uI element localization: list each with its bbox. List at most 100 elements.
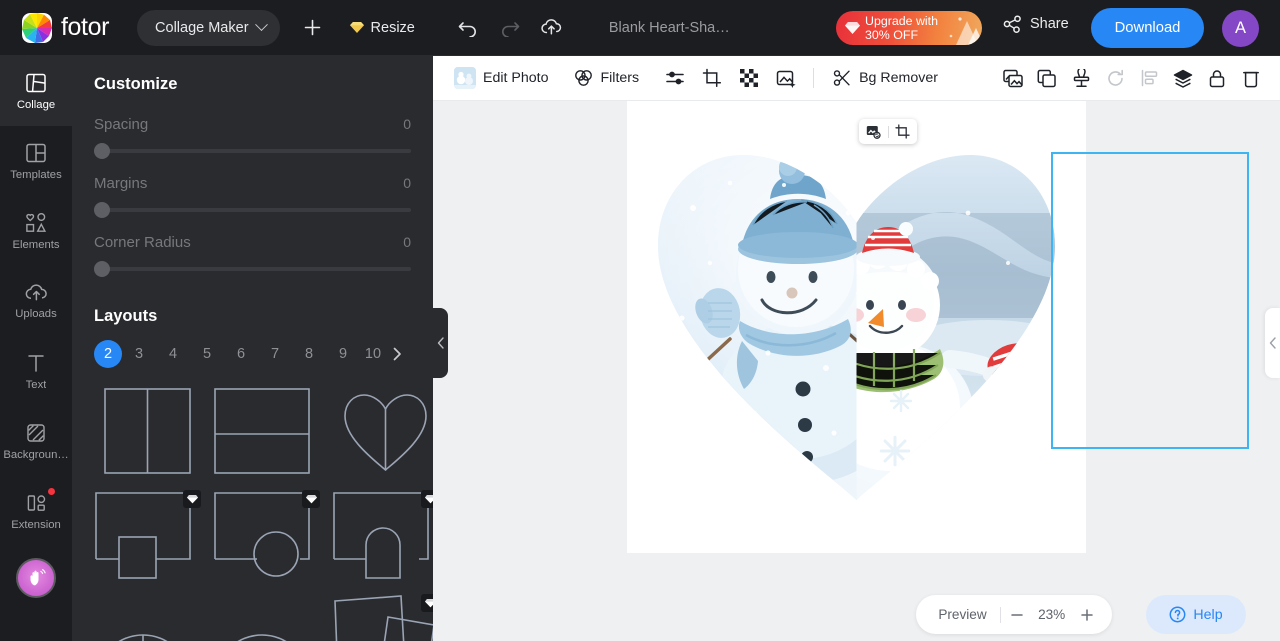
preview-button[interactable]: Preview: [925, 607, 999, 622]
left-rail: Collage Templates Elements Uploads Text …: [0, 56, 72, 641]
layout-two-rows[interactable]: [213, 386, 320, 476]
layout-heart-split[interactable]: [332, 386, 433, 476]
editor-toolbar: Edit Photo Filters Bg Remover: [433, 56, 1280, 101]
extension-blocks-icon: [27, 494, 45, 511]
layout-count-3[interactable]: 3: [122, 340, 156, 368]
sidebar-item-uploads[interactable]: Uploads: [0, 266, 72, 336]
sidebar-item-label: Templates: [10, 168, 62, 181]
sidebar-item-background[interactable]: Backgroun…: [0, 406, 72, 476]
bg-remover-button[interactable]: Bg Remover: [824, 62, 947, 94]
sidebar-item-elements[interactable]: Elements: [0, 196, 72, 266]
canvas-sheet[interactable]: [627, 101, 1249, 553]
hand-tool-button[interactable]: [16, 558, 56, 598]
layout-count-7[interactable]: 7: [258, 340, 292, 368]
sidebar-item-label: Backgroun…: [3, 448, 69, 461]
save-to-cloud-button[interactable]: [535, 11, 569, 45]
divider: [887, 125, 889, 138]
edit-photo-label: Edit Photo: [483, 70, 549, 86]
replace-image-button[interactable]: [996, 62, 1030, 94]
mode-label: Collage Maker: [155, 19, 249, 36]
document-title[interactable]: Blank Heart-Sha…: [609, 20, 730, 36]
sidebar-item-extension[interactable]: Extension: [0, 476, 72, 546]
zoom-out-button[interactable]: [1001, 599, 1033, 631]
layout-tilted-cards[interactable]: [332, 594, 433, 641]
layout-count-next-button[interactable]: [386, 340, 408, 368]
adjust-button[interactable]: [658, 62, 692, 94]
canvas-stage[interactable]: Preview 23% Help: [433, 101, 1280, 641]
background-hatch-icon: [27, 423, 45, 442]
layout-count-4[interactable]: 4: [156, 340, 190, 368]
layout-count-2[interactable]: 2: [94, 340, 122, 368]
slider-corner-radius[interactable]: Corner Radius 0: [94, 234, 411, 277]
checkerboard-texture-icon: [740, 69, 759, 87]
delete-button[interactable]: [1234, 62, 1268, 94]
help-button[interactable]: Help: [1146, 595, 1246, 634]
text-t-icon: [28, 354, 44, 372]
duplicate-button[interactable]: [1030, 62, 1064, 94]
crop-icon: [702, 68, 722, 88]
layers-button[interactable]: [1166, 62, 1200, 94]
undo-button[interactable]: [451, 11, 485, 45]
undo-arrow-icon: [458, 21, 476, 37]
layout-count-6[interactable]: 6: [224, 340, 258, 368]
share-button[interactable]: Share: [1003, 15, 1069, 33]
slider-track[interactable]: [94, 261, 411, 277]
layout-count-5[interactable]: 5: [190, 340, 224, 368]
crop-button[interactable]: [695, 62, 729, 94]
replace-image-icon[interactable]: [862, 121, 886, 143]
sidebar-item-label: Uploads: [15, 308, 57, 320]
slider-track[interactable]: [94, 202, 411, 218]
download-button[interactable]: Download: [1091, 8, 1204, 48]
slider-handle[interactable]: [94, 261, 110, 277]
slider-value: 0: [403, 175, 411, 191]
sidebar-item-text[interactable]: Text: [0, 336, 72, 406]
layout-count-8[interactable]: 8: [292, 340, 326, 368]
crop-icon[interactable]: [891, 121, 915, 143]
slider-margins[interactable]: Margins 0: [94, 175, 411, 218]
zoom-level[interactable]: 23%: [1033, 607, 1071, 622]
layout-frame-square[interactable]: [94, 490, 201, 580]
gem-icon: [845, 22, 860, 34]
edit-photo-button[interactable]: Edit Photo: [445, 62, 557, 94]
layout-frame-arch[interactable]: [332, 490, 433, 580]
collapse-right-panel-button[interactable]: [1265, 308, 1280, 378]
slider-spacing[interactable]: Spacing 0: [94, 116, 411, 159]
gem-icon: [424, 599, 433, 608]
layout-half-circle[interactable]: [213, 594, 320, 641]
sidebar-item-collage[interactable]: Collage: [0, 56, 72, 126]
layout-count-10[interactable]: 10: [360, 340, 386, 368]
resize-button[interactable]: Resize: [344, 11, 421, 45]
slider-handle[interactable]: [94, 143, 110, 159]
layout-frame-circle[interactable]: [213, 490, 320, 580]
panel-title: Customize: [94, 75, 178, 93]
align-icon: [1141, 69, 1157, 87]
texture-button[interactable]: [732, 62, 766, 94]
layout-count-9[interactable]: 9: [326, 340, 360, 368]
align-button[interactable]: [1132, 62, 1166, 94]
effects-button[interactable]: [769, 62, 803, 94]
question-circle-icon: [1169, 606, 1186, 623]
mode-selector[interactable]: Collage Maker: [137, 9, 280, 46]
stamp-button[interactable]: [1064, 62, 1098, 94]
slider-track[interactable]: [94, 143, 411, 159]
rotate-button[interactable]: [1098, 62, 1132, 94]
cloud-upload-icon: [541, 19, 562, 35]
gem-icon: [305, 495, 317, 504]
duplicate-icon: [1037, 69, 1056, 87]
premium-badge: [183, 490, 201, 508]
sidebar-item-templates[interactable]: Templates: [0, 126, 72, 196]
templates-grid-icon: [26, 143, 46, 162]
slider-handle[interactable]: [94, 202, 110, 218]
add-page-button[interactable]: [296, 11, 330, 45]
brand-logo[interactable]: fotor: [22, 12, 109, 43]
layout-half-circle-split[interactable]: [94, 594, 201, 641]
zoom-in-button[interactable]: [1071, 599, 1103, 631]
redo-button[interactable]: [493, 11, 527, 45]
collapse-panel-button[interactable]: [433, 308, 448, 378]
upgrade-button[interactable]: Upgrade with 30% OFF: [836, 11, 982, 45]
avatar[interactable]: A: [1222, 10, 1259, 47]
notification-dot: [48, 488, 55, 495]
layout-two-columns[interactable]: [94, 386, 201, 476]
filters-button[interactable]: Filters: [565, 62, 648, 94]
lock-button[interactable]: [1200, 62, 1234, 94]
